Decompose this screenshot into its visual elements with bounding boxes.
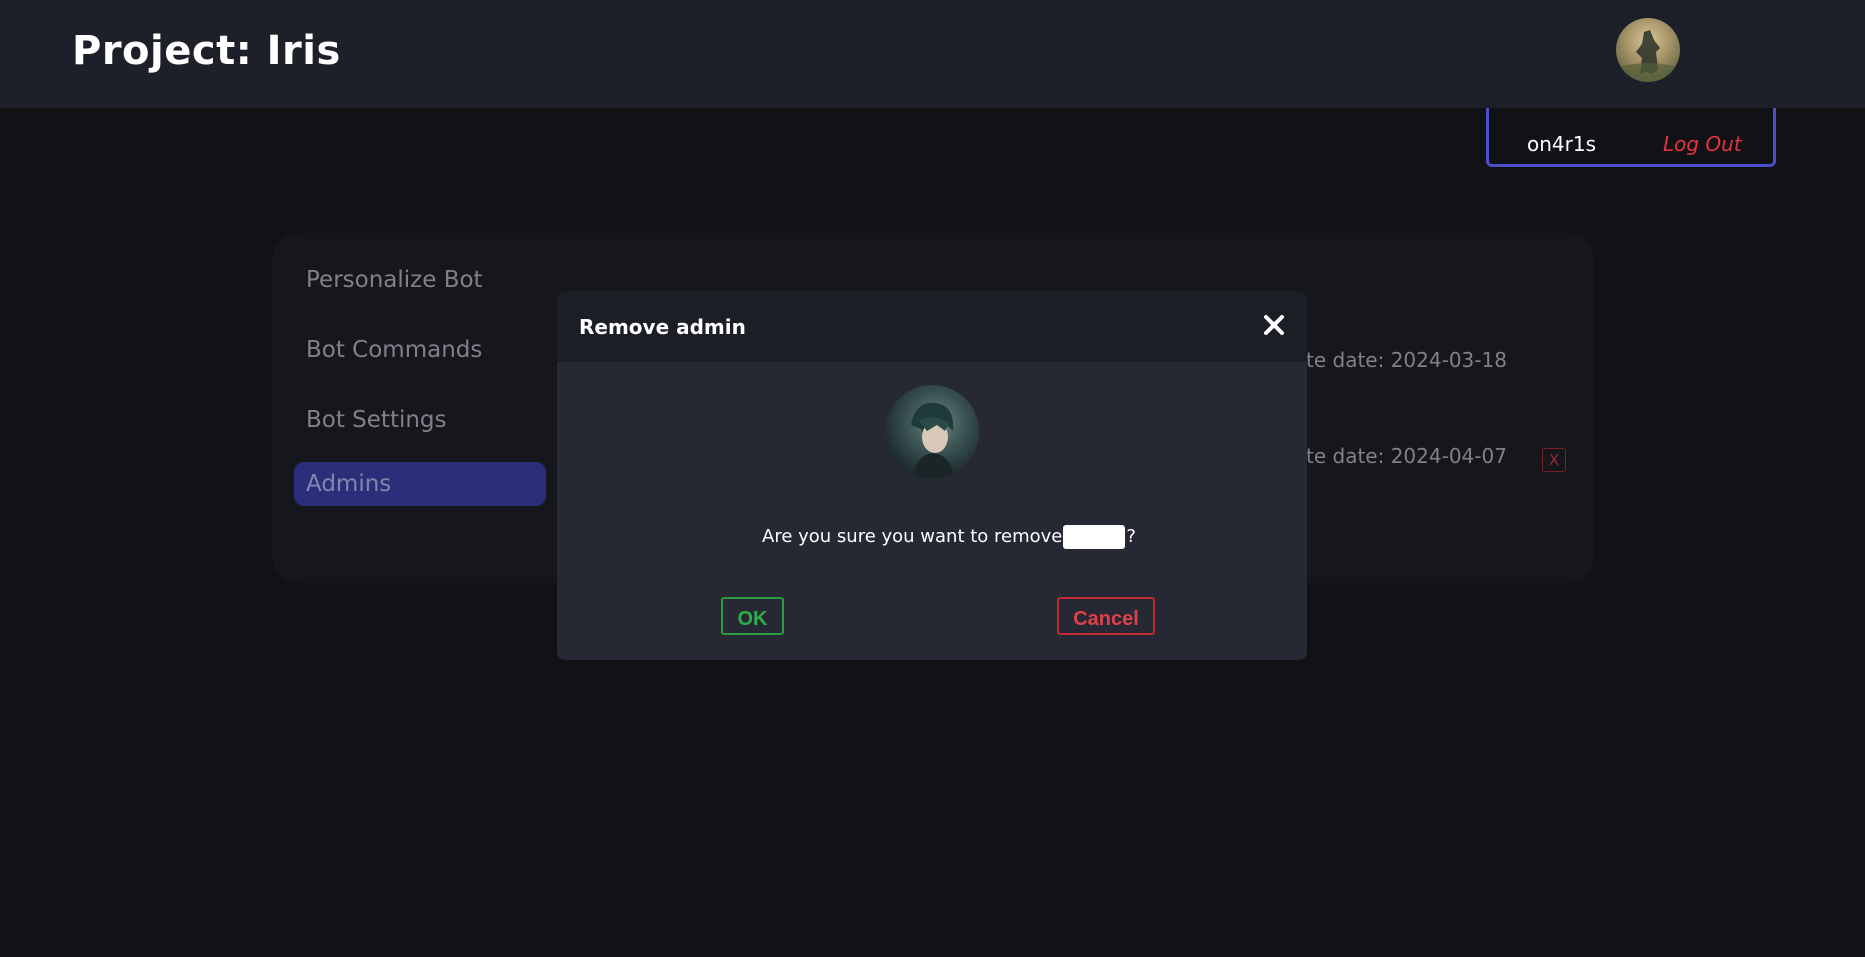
admin-row-date: te date: 2024-03-18 (1306, 348, 1507, 372)
confirm-message: Are you sure you want to remove? (762, 525, 1136, 549)
remove-admin-dialog: Remove admin Are you sure you want to re… (557, 291, 1307, 660)
admin-row-date: te date: 2024-04-07 (1306, 444, 1507, 468)
dialog-header: Remove admin (557, 291, 1307, 362)
user-menu: on4r1s Log Out (1486, 108, 1776, 167)
app-title: Project: Iris (72, 28, 341, 74)
sidebar-item-personalize-bot[interactable]: Personalize Bot (294, 258, 546, 302)
close-icon[interactable] (1260, 311, 1288, 339)
sidebar-item-admins[interactable]: Admins (294, 462, 546, 506)
cancel-button[interactable]: Cancel (1057, 597, 1155, 635)
sidebar-item-bot-commands[interactable]: Bot Commands (294, 328, 546, 372)
confirm-message-prefix: Are you sure you want to remove (762, 526, 1063, 547)
top-bar: Project: Iris (0, 0, 1865, 108)
username-label: on4r1s (1527, 132, 1597, 156)
dialog-title: Remove admin (579, 315, 746, 339)
redacted-username (1063, 525, 1126, 549)
remove-admin-button[interactable]: X (1542, 448, 1566, 472)
ok-button[interactable]: OK (721, 597, 784, 635)
admin-avatar (885, 385, 979, 479)
user-avatar[interactable] (1616, 18, 1680, 82)
confirm-message-suffix: ? (1126, 526, 1136, 547)
sidebar-item-bot-settings[interactable]: Bot Settings (294, 398, 546, 442)
logout-link[interactable]: Log Out (1663, 132, 1742, 156)
